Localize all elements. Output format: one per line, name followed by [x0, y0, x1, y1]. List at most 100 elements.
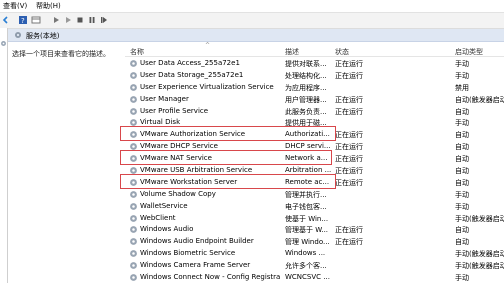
table-row[interactable]: Windows Audio 管理基于 W... 正在运行 自动	[125, 224, 504, 236]
service-name: Windows Audio	[140, 225, 194, 234]
play-icon[interactable]	[51, 15, 61, 25]
table-row[interactable]: User Profile Service 此服务负责... 正在运行 自动	[125, 106, 504, 118]
service-startup: 手动	[455, 71, 469, 80]
gear-icon	[130, 107, 137, 115]
service-description: Arbitration ...	[285, 166, 331, 175]
restart-icon[interactable]	[99, 15, 109, 25]
service-list: User Data Access_255a72e1 提供对联系... 正在运行 手动 U…	[125, 58, 504, 284]
table-row[interactable]: Windows Connect Now - Config Registrar WC…	[125, 272, 504, 284]
gear-icon	[130, 262, 137, 270]
toolbar: ?	[0, 12, 504, 29]
table-row[interactable]: User Experience Virtualization Service 为应…	[125, 82, 504, 94]
service-description: 管理基于 W...	[285, 226, 329, 235]
service-startup: 手动	[455, 119, 469, 128]
service-startup: 自动	[455, 143, 469, 152]
highlight-box-nat	[120, 150, 332, 165]
table-row[interactable]: WalletService 电子钱包客... 手动	[125, 201, 504, 213]
menu-bar: 查看(V) 帮助(H)	[0, 0, 504, 11]
service-startup: 自动	[455, 107, 469, 116]
gear-icon	[130, 250, 137, 258]
col-status[interactable]: 状态	[335, 47, 349, 57]
service-name: User Experience Virtualization Service	[140, 82, 274, 91]
panel-title: 服务(本地)	[26, 32, 60, 40]
col-name[interactable]: 名称	[130, 47, 144, 57]
service-startup: 手动	[455, 274, 469, 283]
gear-icon	[14, 31, 22, 39]
service-description: 提供对联系...	[285, 60, 327, 68]
service-status: 正在运行	[335, 226, 363, 235]
service-status: 正在运行	[335, 178, 363, 187]
gear-icon	[130, 83, 137, 91]
highlight-box-workstation	[120, 174, 336, 189]
service-status: 正在运行	[335, 131, 363, 140]
gear-icon	[130, 60, 137, 67]
service-status: 正在运行	[335, 95, 363, 104]
service-status: 正在运行	[335, 167, 363, 176]
service-name: Windows Audio Endpoint Builder	[140, 237, 254, 246]
service-name: User Manager	[140, 94, 189, 103]
service-name: Windows Biometric Service	[140, 249, 236, 258]
gear-icon	[130, 274, 137, 281]
panel-header: 服务(本地)	[8, 29, 504, 42]
table-row[interactable]: Volume Shadow Copy 管理并执行... 手动	[125, 189, 504, 201]
service-status: 正在运行	[335, 155, 363, 164]
service-startup: 自动	[455, 226, 469, 235]
service-startup: 手动(触发器启动	[455, 250, 504, 259]
service-description: 此服务负责...	[285, 107, 327, 116]
service-startup: 自动(触发器启动	[455, 95, 504, 104]
service-startup: 手动(触发器启动	[455, 214, 504, 223]
gear-icon	[1, 41, 6, 46]
tree-pane[interactable]	[0, 28, 8, 283]
service-startup: 自动	[455, 238, 469, 247]
menu-view[interactable]: 查看(V)	[3, 1, 27, 11]
gear-icon	[130, 71, 137, 79]
table-row[interactable]: WebClient 使基于 Win... 手动(触发器启动	[125, 213, 504, 225]
service-description: 为应用程序...	[285, 83, 327, 92]
help-icon[interactable]: ?	[18, 15, 28, 25]
left-description: 选择一个项目来查看它的描述。	[12, 50, 110, 58]
service-name: User Profile Service	[140, 106, 209, 115]
service-description: 处理结构化...	[285, 71, 327, 80]
service-startup: 自动	[455, 178, 469, 187]
service-name: Windows Camera Frame Server	[140, 261, 251, 270]
service-startup: 手动	[455, 190, 469, 199]
service-startup: 手动	[455, 202, 469, 211]
service-startup: 自动	[455, 167, 469, 176]
table-row[interactable]: User Data Storage_255a72e1 处理结构化... 正在运行 手动	[125, 70, 504, 82]
service-status: 正在运行	[335, 107, 363, 116]
service-name: User Data Access_255a72e1	[140, 59, 240, 67]
service-description: 允许多个客...	[285, 262, 327, 271]
table-row[interactable]: User Manager 用户管理器... 正在运行 自动(触发器启动	[125, 94, 504, 106]
back-icon[interactable]	[1, 15, 11, 25]
gear-icon	[130, 190, 137, 198]
service-name: VMware USB Arbitration Service	[140, 166, 253, 175]
gear-icon	[130, 202, 137, 210]
table-row[interactable]: User Data Access_255a72e1 提供对联系... 正在运行 手动	[125, 58, 504, 70]
gear-icon	[130, 238, 137, 246]
service-startup: 禁用	[455, 83, 469, 92]
service-name: User Data Storage_255a72e1	[140, 70, 244, 79]
table-row[interactable]: Windows Biometric Service Windows ... 手动(触…	[125, 248, 504, 260]
play-icon-2[interactable]	[63, 15, 73, 25]
col-startup[interactable]: 启动类型	[455, 47, 483, 57]
gear-icon	[130, 214, 137, 222]
table-row[interactable]: Windows Camera Frame Server 允许多个客... 手动(触发…	[125, 260, 504, 272]
table-row[interactable]: Windows Audio Endpoint Builder 管理 Windo..…	[125, 236, 504, 248]
col-description[interactable]: 描述	[285, 47, 299, 57]
console-icon[interactable]	[31, 15, 41, 25]
pause-icon[interactable]	[87, 15, 97, 25]
svg-text:?: ?	[21, 17, 25, 25]
service-name: WebClient	[140, 213, 176, 222]
gear-icon	[130, 95, 137, 103]
stop-icon[interactable]	[75, 15, 85, 25]
service-startup: 手动	[455, 60, 469, 68]
service-name: Volume Shadow Copy	[140, 189, 216, 198]
service-description: 管理并执行...	[285, 190, 327, 199]
service-description: 用户管理器...	[285, 95, 327, 104]
service-description: 电子钱包客...	[285, 202, 327, 211]
menu-help[interactable]: 帮助(H)	[36, 1, 61, 11]
service-status: 正在运行	[335, 143, 363, 152]
gear-icon	[130, 226, 137, 234]
service-startup: 手动(触发器启动	[455, 262, 504, 271]
column-headers: 名称 描述 状态 启动类型	[125, 44, 504, 57]
